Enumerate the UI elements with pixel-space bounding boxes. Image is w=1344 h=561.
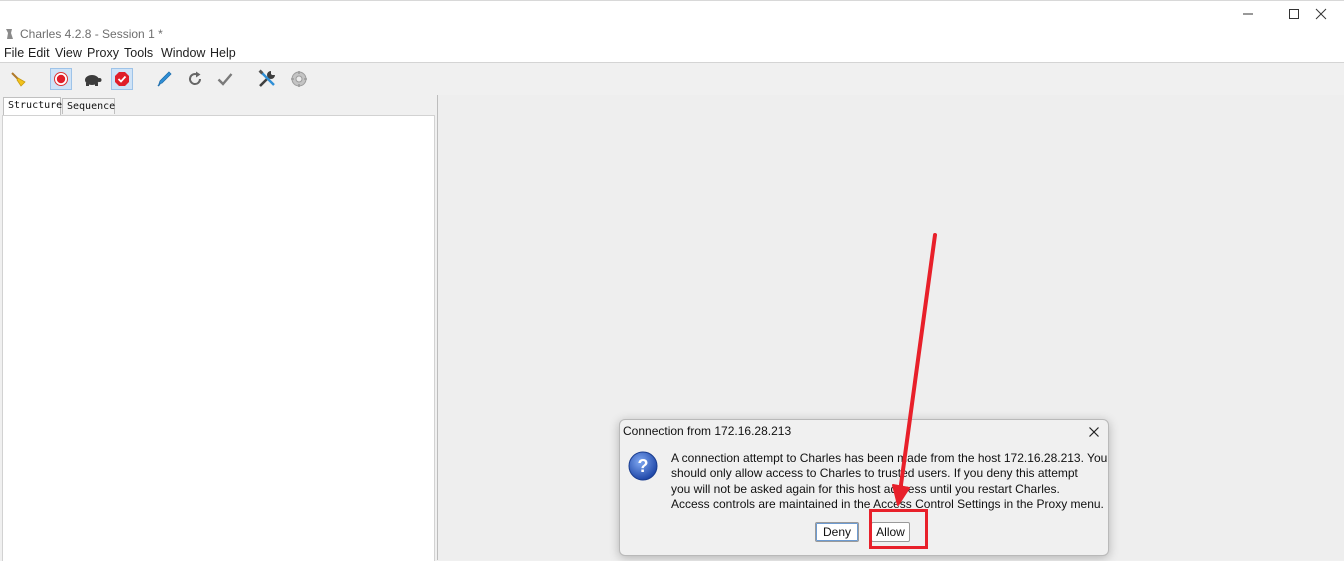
dialog-title: Connection from 172.16.28.213 xyxy=(623,424,792,438)
turtle-throttle-icon xyxy=(85,75,102,86)
compose-button[interactable] xyxy=(153,68,175,90)
dialog-message: A connection attempt to Charles has been… xyxy=(671,451,1108,512)
breakpoints-button[interactable] xyxy=(111,68,133,90)
menu-proxy[interactable]: Proxy xyxy=(87,46,119,60)
menu-file[interactable]: File xyxy=(4,46,24,60)
message-line: Access controls are maintained in the Ac… xyxy=(671,496,1104,511)
close-window-button[interactable] xyxy=(1298,1,1344,27)
clear-session-button[interactable] xyxy=(7,68,29,90)
settings-button[interactable] xyxy=(288,68,310,90)
breakpoints-icon xyxy=(115,72,129,86)
toolbar xyxy=(0,62,1344,96)
broom-icon xyxy=(11,72,26,87)
structure-tree[interactable] xyxy=(2,115,435,561)
window-title: Charles 4.2.8 - Session 1 * xyxy=(20,27,163,41)
menu-view[interactable]: View xyxy=(55,46,82,60)
dialog-close-icon[interactable] xyxy=(1086,424,1102,440)
title-row xyxy=(0,26,1344,44)
question-icon: ? xyxy=(628,451,658,481)
minimize-icon xyxy=(1243,13,1253,15)
message-line: should only allow access to Charles to t… xyxy=(671,466,1078,481)
message-line: A connection attempt to Charles has been… xyxy=(671,451,1108,465)
svg-text:?: ? xyxy=(638,456,649,476)
connection-dialog: Connection from 172.16.28.213 ? A connec… xyxy=(619,419,1109,556)
title-bar xyxy=(0,0,1344,27)
deny-button[interactable]: Deny xyxy=(815,522,859,542)
menu-window[interactable]: Window xyxy=(161,46,205,60)
message-line: you will not be asked again for this hos… xyxy=(671,481,1060,496)
repeat-icon xyxy=(189,71,202,85)
close-icon xyxy=(1315,8,1327,20)
record-button[interactable] xyxy=(50,68,72,90)
menu-edit[interactable]: Edit xyxy=(28,46,50,60)
pen-compose-icon xyxy=(157,71,172,87)
tools-button[interactable] xyxy=(256,68,278,90)
validate-button[interactable] xyxy=(214,68,236,90)
tab-structure[interactable]: Structure xyxy=(3,97,62,115)
tools-icon xyxy=(258,69,275,87)
settings-gear-icon xyxy=(291,71,307,87)
left-panel: Structure Sequence xyxy=(0,95,438,561)
throttle-button[interactable] xyxy=(81,68,103,90)
charles-app-icon xyxy=(6,29,13,39)
validate-check-icon xyxy=(217,73,233,86)
repeat-button[interactable] xyxy=(184,68,206,90)
menu-tools[interactable]: Tools xyxy=(124,46,153,60)
minimize-button[interactable] xyxy=(1225,1,1271,27)
record-icon xyxy=(54,72,68,86)
menu-help[interactable]: Help xyxy=(210,46,236,60)
tab-sequence[interactable]: Sequence xyxy=(62,98,115,114)
allow-button[interactable]: Allow xyxy=(871,522,910,542)
menu-bar: File Edit View Proxy Tools Window Help xyxy=(0,44,1344,62)
